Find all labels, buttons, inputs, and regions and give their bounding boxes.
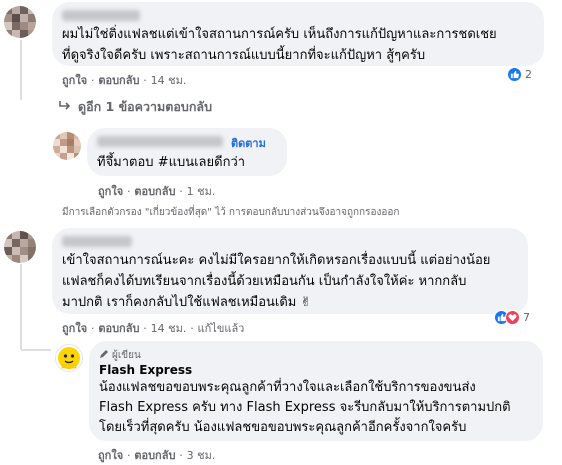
comment-bubble: ติดตาม ทีจึ้มาตอบ #แบนเลยดีกว่า	[87, 128, 287, 176]
comment-actions: ถูกใจ · ตอบกลับ · 3 ชม.	[98, 449, 216, 462]
reply-link[interactable]: ตอบกลับ	[134, 185, 175, 198]
like-link[interactable]: ถูกใจ	[62, 74, 87, 87]
view-more-replies[interactable]: ดูอีก 1 ข้อความตอบกลับ	[58, 97, 212, 117]
comment-bubble: ผมไม่ใช่ติ่งแฟลชแต่เข้าใจสถานการณ์ครับ เ…	[52, 2, 544, 66]
blurred-author-name[interactable]	[62, 236, 132, 247]
author-badge: ผู้เขียน	[99, 348, 141, 363]
comment-text: ทีจึ้มาตอบ #แบนเลยดีกว่า	[97, 155, 246, 170]
comment-text: เข้าใจสถานการณ์นะคะ คงไม่มีใครอยากให้เกิ…	[62, 253, 491, 310]
avatar[interactable]	[4, 6, 36, 38]
comment-time[interactable]: 14 ชม.	[151, 74, 187, 87]
blurred-author-name[interactable]	[62, 10, 140, 21]
reply-link[interactable]: ตอบกลับ	[98, 322, 139, 335]
comment-time[interactable]: 3 ชม.	[187, 449, 216, 462]
reply-arrow-icon	[58, 100, 72, 115]
like-link[interactable]: ถูกใจ	[98, 185, 123, 198]
like-link[interactable]: ถูกใจ	[62, 322, 87, 335]
reaction-summary[interactable]: 2	[507, 67, 532, 82]
thumbs-up-icon	[507, 67, 522, 82]
comment-time[interactable]: 14 ชม.	[151, 322, 187, 335]
comment-bubble: เข้าใจสถานการณ์นะคะ คงไม่มีใครอยากให้เกิ…	[52, 228, 528, 314]
like-link[interactable]: ถูกใจ	[98, 449, 123, 462]
edited-label: แก้ไขแล้ว	[197, 322, 245, 335]
author-name[interactable]: Flash Express	[99, 363, 192, 377]
avatar[interactable]	[4, 231, 36, 263]
reply-link[interactable]: ตอบกลับ	[98, 74, 139, 87]
follow-link[interactable]: ติดตาม	[231, 134, 266, 152]
heart-icon	[505, 310, 520, 325]
reaction-count: 2	[525, 68, 532, 81]
comment-text: น้องแฟลชขอขอบพระคุณลูกค้าที่วางใจและเลือ…	[99, 380, 511, 435]
flash-express-logo[interactable]	[55, 344, 83, 372]
avatar[interactable]	[53, 132, 81, 160]
comment-actions: ถูกใจ · ตอบกลับ · 1 ชม.	[98, 185, 216, 198]
blurred-author-name[interactable]	[97, 136, 223, 147]
comment-actions: ถูกใจ · ตอบกลับ · 14 ชม. · แก้ไขแล้ว	[62, 322, 245, 335]
comment-text: ผมไม่ใช่ติ่งแฟลชแต่เข้าใจสถานการณ์ครับ เ…	[62, 27, 497, 63]
comment-actions: ถูกใจ · ตอบกลับ · 14 ชม.	[62, 74, 187, 87]
comment-time[interactable]: 1 ชม.	[187, 185, 216, 198]
reply-link[interactable]: ตอบกลับ	[134, 449, 175, 462]
pen-icon	[99, 349, 109, 362]
reaction-summary[interactable]: 7	[494, 310, 530, 325]
reaction-count: 7	[523, 311, 530, 324]
comment-bubble: ผู้เขียน Flash Express น้องแฟลชขอขอบพระค…	[89, 341, 543, 441]
filter-note: มีการเลือกตัวกรอง "เกี่ยวข้องที่สุด" ไว้…	[62, 207, 400, 218]
